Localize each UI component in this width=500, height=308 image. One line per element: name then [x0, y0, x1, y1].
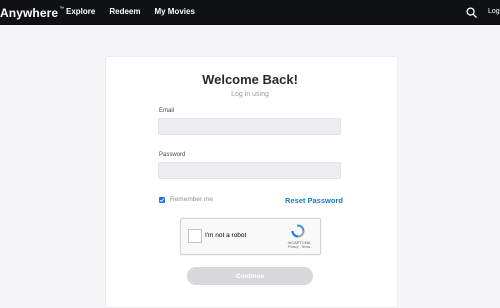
check-mark-icon	[159, 197, 165, 202]
remember-me-row: Remember me	[159, 196, 213, 203]
recaptcha-prompt[interactable]: I'm not a robot	[205, 232, 246, 239]
email-field[interactable]	[158, 118, 341, 135]
reset-password-link[interactable]: Reset Password	[285, 196, 343, 205]
top-navigation-bar: Anywhere™ Explore Redeem My Movies Log	[0, 0, 500, 25]
login-link[interactable]: Log	[488, 8, 500, 15]
main-nav: Explore Redeem My Movies	[66, 6, 195, 18]
remember-me-label[interactable]: Remember me	[170, 196, 213, 203]
brand-trademark: ™	[59, 6, 65, 12]
nav-explore[interactable]: Explore	[66, 6, 95, 18]
recaptcha-logo-icon	[291, 224, 305, 238]
page-title: Welcome Back!	[202, 72, 298, 87]
recaptcha-links[interactable]: Privacy - Terms	[282, 245, 316, 249]
checkbox-checked-icon[interactable]	[159, 196, 165, 203]
brand-logo[interactable]: Anywhere™	[0, 6, 64, 20]
recaptcha-widget: I'm not a robot reCAPTCHA Privacy - Term…	[180, 218, 321, 255]
continue-button[interactable]: Continue	[187, 267, 313, 285]
email-label: Email	[159, 108, 175, 114]
brand-name: Anywhere	[0, 6, 59, 20]
password-field[interactable]	[158, 162, 341, 179]
password-label: Password	[159, 152, 186, 158]
nav-redeem[interactable]: Redeem	[109, 6, 140, 18]
nav-my-movies[interactable]: My Movies	[154, 6, 194, 18]
recaptcha-checkbox[interactable]	[188, 229, 202, 243]
login-subtitle: Log in using	[231, 91, 269, 98]
search-icon[interactable]	[466, 7, 477, 18]
